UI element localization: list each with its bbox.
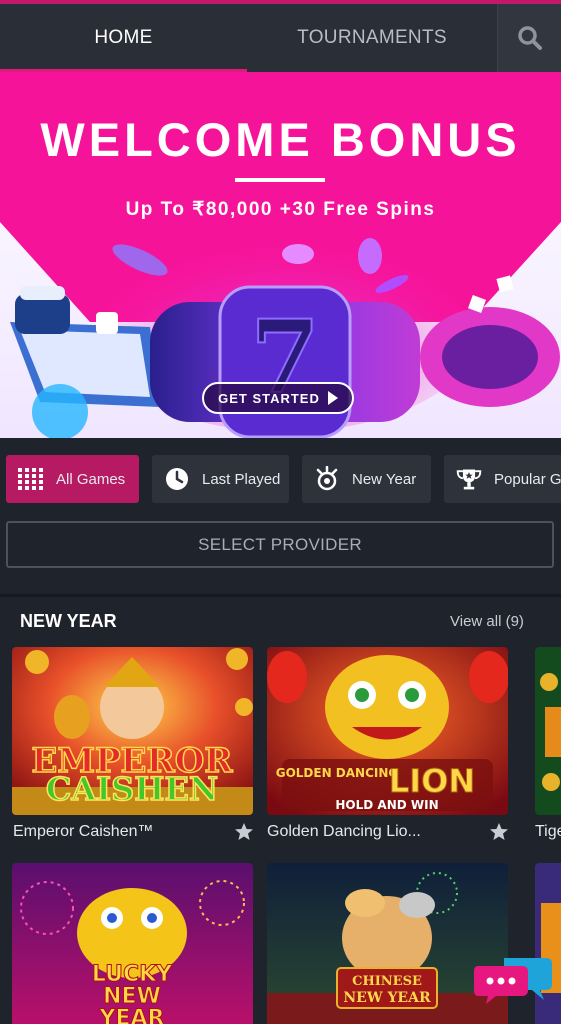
trophy-icon	[456, 466, 482, 492]
game-thumbnail: LUCKY NEW YEAR	[12, 863, 253, 1024]
game-art-subtitle: CAISHEN	[46, 770, 218, 808]
game-thumbnail: GOLDEN DANCING LION HOLD AND WIN	[267, 647, 508, 815]
section-title: NEW YEAR	[20, 611, 117, 631]
live-chat-button[interactable]	[474, 950, 554, 1010]
search-icon	[517, 26, 542, 50]
tab-tournaments[interactable]: TOURNAMENTS	[247, 4, 497, 72]
game-thumbnail: CHINESE NEW YEAR	[267, 863, 508, 1024]
welcome-bonus-banner[interactable]: 7 WELCOME BONUS Up To ₹80,000 +30 Free S…	[0, 72, 561, 438]
game-art-tag: HOLD AND WIN	[335, 798, 438, 812]
chat-icon	[474, 958, 552, 1004]
category-filter-bar: All Games Last Played New Year Popular G	[0, 438, 561, 520]
game-art-title: CHINESE	[352, 974, 422, 989]
banner-divider	[235, 178, 325, 182]
game-art-title: GOLDEN DANCING	[276, 766, 399, 780]
filter-label: New Year	[352, 470, 417, 488]
game-art-subtitle: NEW YEAR	[343, 990, 431, 1006]
game-title: Golden Dancing Lio...	[267, 823, 421, 840]
get-started-label: GET STARTED	[218, 390, 320, 406]
filter-new-year[interactable]: New Year	[302, 455, 431, 503]
game-title: Emperor Caishen™	[13, 823, 154, 840]
filter-popular[interactable]: Popular G	[444, 455, 561, 503]
game-thumbnail	[535, 647, 561, 815]
firework-icon	[314, 466, 340, 492]
get-started-button[interactable]: GET STARTED	[202, 382, 354, 414]
clock-icon	[164, 466, 190, 492]
game-card-lucky-new-year[interactable]: LUCKY NEW YEAR	[12, 863, 253, 1024]
grid-icon	[18, 466, 44, 492]
filter-label: Last Played	[202, 470, 281, 488]
game-card-chinese-new-year[interactable]: CHINESE NEW YEAR	[267, 863, 508, 1024]
game-card-emperor-caishen[interactable]: EMPEROR CAISHEN	[12, 647, 253, 815]
filter-last-played[interactable]: Last Played	[152, 455, 289, 503]
search-button[interactable]	[497, 4, 561, 72]
favorite-star-icon[interactable]	[489, 822, 509, 842]
game-title: Tige	[535, 823, 561, 840]
top-nav: HOME TOURNAMENTS	[0, 0, 561, 72]
select-provider-dropdown[interactable]: SELECT PROVIDER	[6, 521, 554, 568]
play-icon	[327, 391, 338, 405]
filter-label: All Games	[56, 470, 126, 488]
game-card-golden-dancing-lion[interactable]: GOLDEN DANCING LION HOLD AND WIN	[267, 647, 508, 815]
game-art-subtitle: LION	[389, 762, 475, 800]
banner-title: WELCOME BONUS	[40, 113, 521, 166]
view-all-link[interactable]: View all (9)	[450, 613, 524, 630]
game-card-tiger[interactable]	[535, 647, 561, 815]
game-thumbnail: EMPEROR CAISHEN	[12, 647, 253, 815]
section-divider	[0, 594, 561, 597]
game-art-tag: YEAR	[99, 1006, 165, 1024]
filter-all-games[interactable]: All Games	[6, 455, 139, 503]
banner-subtitle: Up To ₹80,000 +30 Free Spins	[125, 199, 436, 220]
filter-label: Popular G	[494, 470, 561, 488]
favorite-star-icon[interactable]	[234, 822, 254, 842]
tab-home[interactable]: HOME	[0, 4, 247, 72]
casino-lobby-page: HOME TOURNAMENTS 7 WELCOME BONUS Up To ₹…	[0, 0, 561, 1024]
